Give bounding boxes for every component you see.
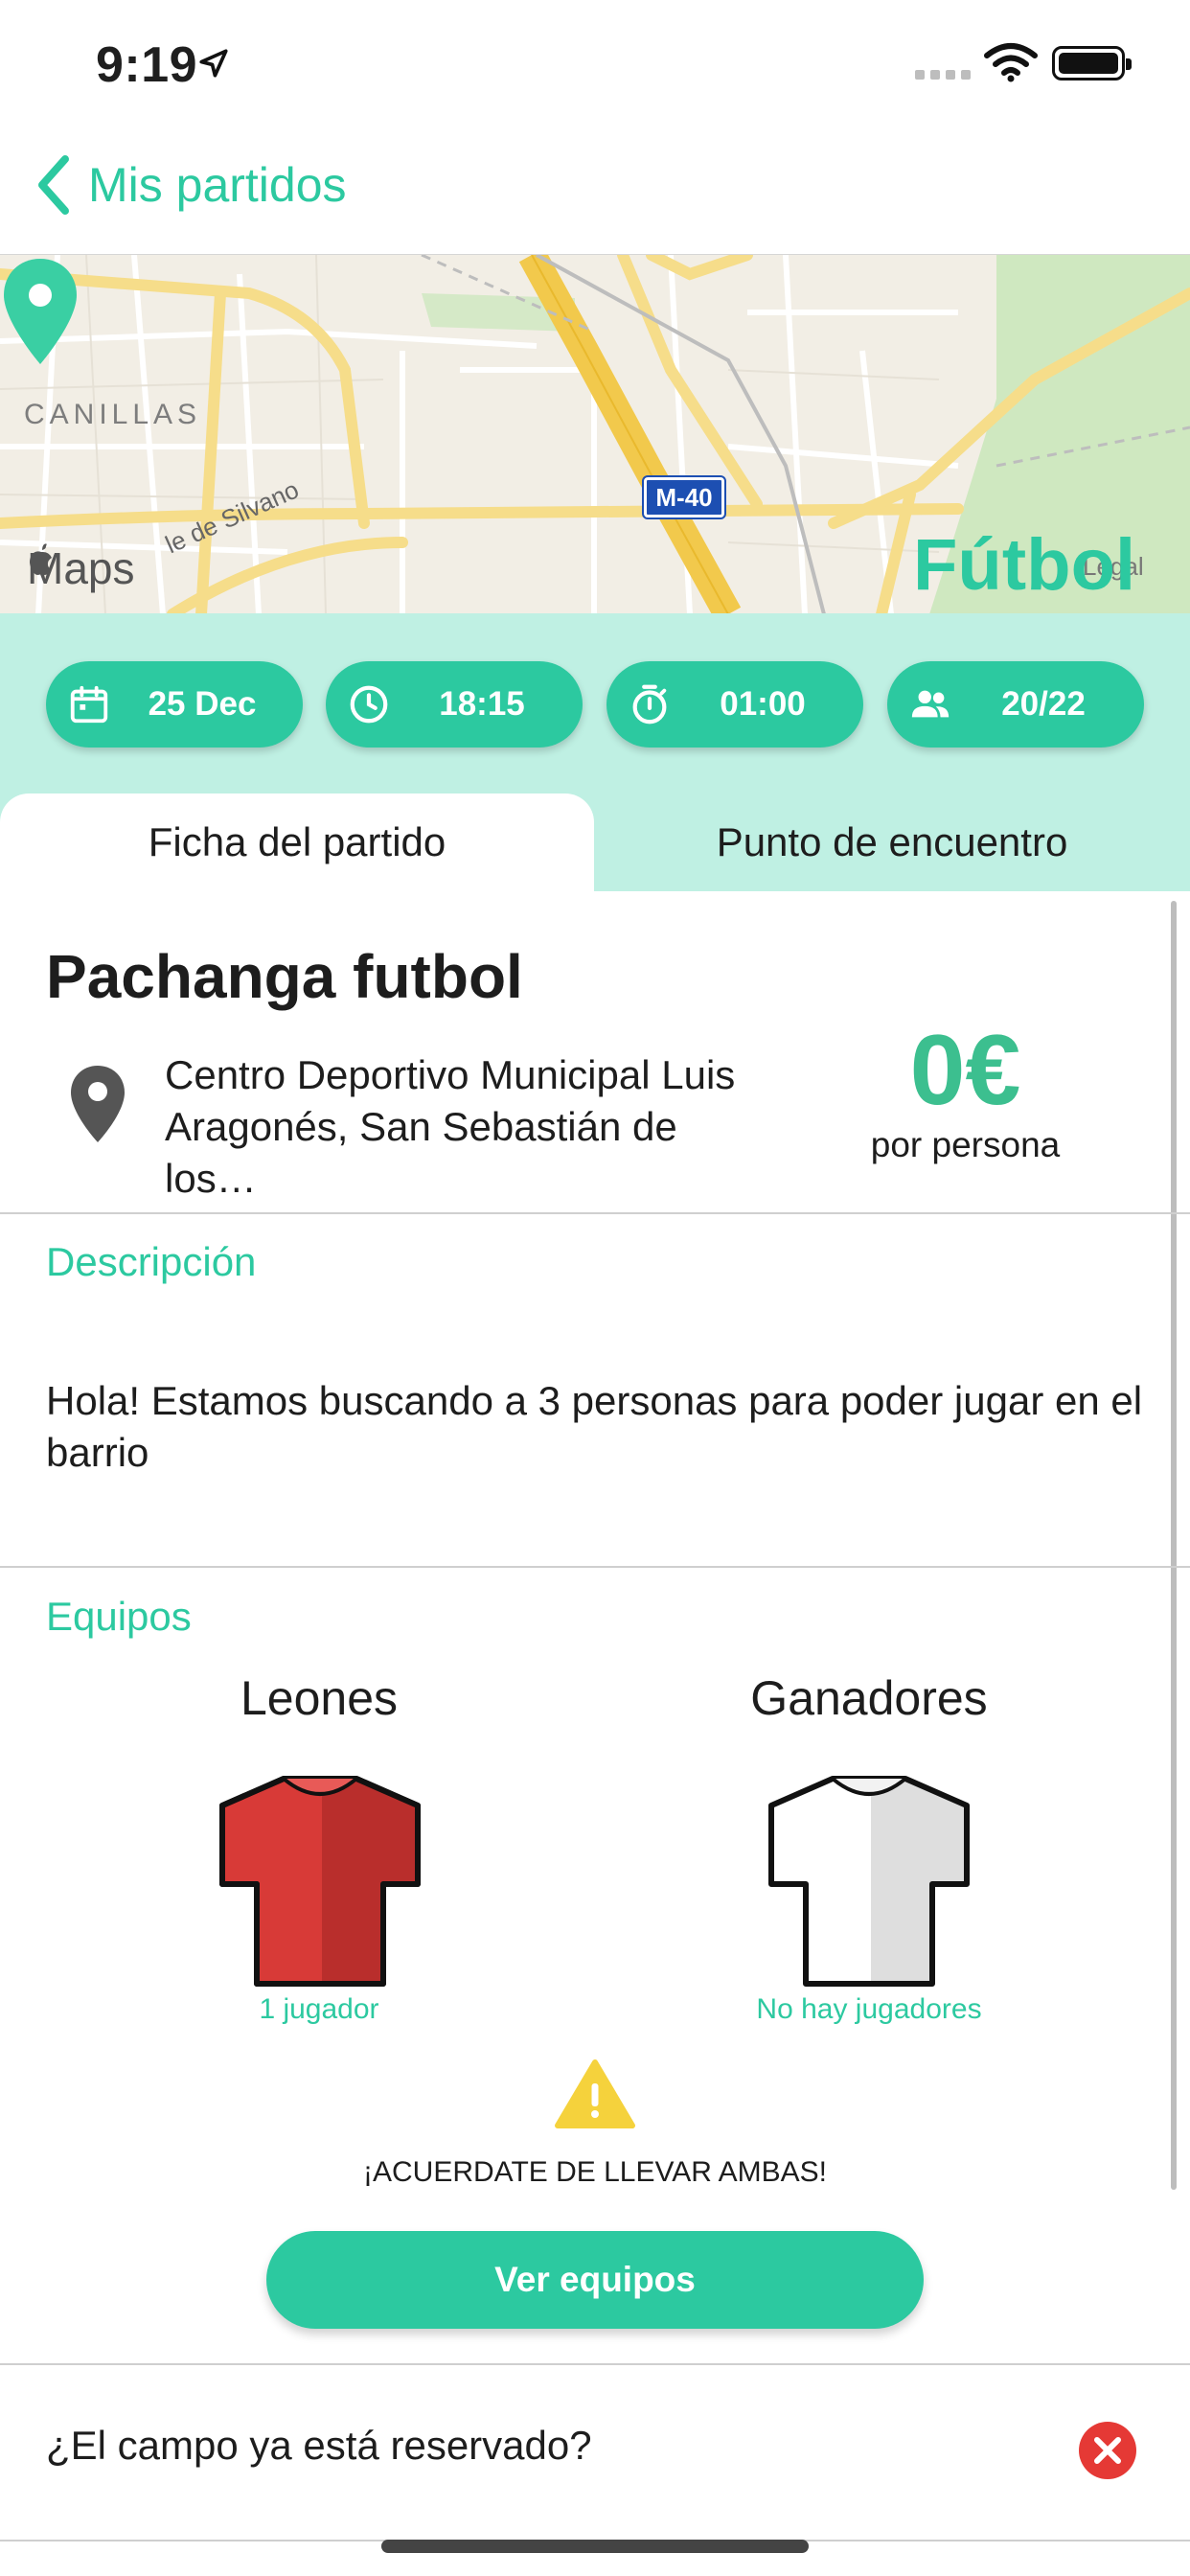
chevron-left-icon: [38, 155, 69, 215]
sport-label: Fútbol: [913, 524, 1136, 606]
status-time: 9:19: [96, 37, 198, 93]
map-view[interactable]: CANILLAS le de Silvano M-40 Maps Legal F…: [0, 254, 1190, 613]
clock-icon: [350, 685, 388, 724]
road-badge: M-40: [642, 475, 726, 519]
date-pill: 25 Dec: [46, 661, 303, 748]
home-indicator[interactable]: [381, 2540, 809, 2553]
signal-icon: [915, 70, 971, 80]
red-shirt-icon[interactable]: [209, 1771, 431, 1991]
time-value: 18:15: [439, 685, 525, 723]
location-pin-icon: [71, 1066, 125, 1142]
time-pill: 18:15: [326, 661, 583, 748]
status-bar: 9:19: [0, 0, 1190, 125]
location-arrow-icon: [199, 49, 228, 78]
booking-question: ¿El campo ya está reservado?: [46, 2423, 592, 2468]
tab-punto-de-encuentro[interactable]: Punto de encuentro: [594, 794, 1190, 891]
scrollbar[interactable]: [1171, 901, 1177, 2190]
back-button[interactable]: Mis partidos: [33, 153, 347, 217]
navigation-bar: Mis partidos: [0, 125, 1190, 254]
tab-ficha-del-partido[interactable]: Ficha del partido: [0, 794, 594, 891]
warning-text: ¡ACUERDATE DE LLEVAR AMBAS!: [362, 2156, 827, 2188]
calendar-icon: [70, 685, 108, 724]
team-name: Leones: [240, 1671, 399, 1725]
divider: [0, 2363, 1190, 2365]
team-player-count: 1 jugador: [259, 1993, 379, 2025]
tab-label: Ficha del partido: [148, 819, 446, 864]
divider: [0, 1566, 1190, 1568]
team-name: Ganadores: [750, 1671, 988, 1725]
apple-maps-logo: Maps: [27, 542, 134, 594]
match-price: 0€: [909, 1015, 1021, 1126]
description-heading: Descripción: [46, 1239, 257, 1284]
players-pill: 20/22: [887, 661, 1144, 748]
duration-pill: 01:00: [606, 661, 863, 748]
match-address[interactable]: Centro Deportivo Municipal Luis Aragonés…: [165, 1049, 778, 1205]
date-value: 25 Dec: [148, 685, 257, 723]
description-text: Hola! Estamos buscando a 3 personas para…: [46, 1378, 1143, 1475]
map-area-label: CANILLAS: [24, 399, 202, 430]
players-value: 20/22: [1001, 685, 1086, 723]
white-shirt-icon[interactable]: [758, 1771, 980, 1991]
apple-icon: [30, 543, 52, 575]
teams-heading: Equipos: [46, 1594, 192, 1639]
duration-value: 01:00: [720, 685, 806, 723]
view-teams-button[interactable]: Ver equipos: [266, 2231, 924, 2329]
people-icon: [911, 690, 950, 718]
divider: [0, 1212, 1190, 1214]
battery-icon: [1052, 46, 1132, 80]
tab-label: Punto de encuentro: [716, 819, 1068, 864]
map-pin-icon[interactable]: [0, 255, 80, 368]
team-player-count: No hay jugadores: [756, 1993, 982, 2025]
match-title: Pachanga futbol: [46, 942, 523, 1011]
back-label: Mis partidos: [88, 158, 347, 212]
close-circle-icon[interactable]: [1077, 2420, 1138, 2481]
price-caption: por persona: [870, 1125, 1061, 1164]
warning-icon: [555, 2059, 635, 2128]
wifi-icon: [984, 43, 1038, 82]
stopwatch-icon: [632, 684, 667, 724]
